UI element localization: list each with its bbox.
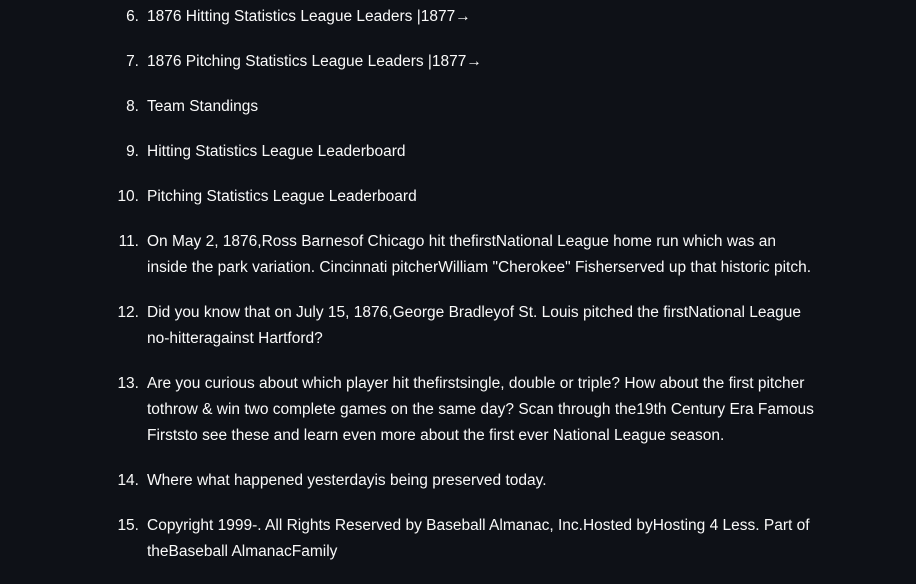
list-item-number: 8. (126, 98, 139, 115)
list-item-text[interactable]: Hitting Statistics League Leaderboard (147, 139, 820, 165)
numbered-list: 6. 1876 Hitting Statistics League Leader… (0, 4, 916, 584)
list-item-text[interactable]: Copyright 1999-. All Rights Reserved by … (147, 513, 820, 565)
list-item-number: 12. (117, 304, 139, 321)
list-item[interactable]: 9. Hitting Statistics League Leaderboard (0, 139, 916, 165)
list-item-text[interactable]: On May 2, 1876,Ross Barnesof Chicago hit… (147, 229, 820, 281)
list-item-number: 6. (126, 8, 139, 25)
list-item[interactable]: 11. On May 2, 1876,Ross Barnesof Chicago… (0, 229, 916, 281)
list-item-number: 11. (118, 233, 139, 250)
list-item-number: 14. (117, 472, 139, 489)
list-item-number: 13. (117, 375, 139, 392)
list-item[interactable]: 12. Did you know that on July 15, 1876,G… (0, 300, 916, 352)
list-item-text[interactable]: 1876 Pitching Statistics League Leaders … (147, 49, 820, 75)
list-item-number: 9. (126, 143, 139, 160)
list-item[interactable]: 13. Are you curious about which player h… (0, 371, 916, 449)
list-item-text[interactable]: 1876 Hitting Statistics League Leaders |… (147, 4, 820, 30)
list-item[interactable]: 15. Copyright 1999-. All Rights Reserved… (0, 513, 916, 565)
list-item-text[interactable]: Where what happened yesterdayis being pr… (147, 468, 820, 494)
list-item-number: 10. (117, 188, 139, 205)
list-item-number: 7. (126, 53, 139, 70)
list-item[interactable]: 10. Pitching Statistics League Leaderboa… (0, 184, 916, 210)
list-item-text[interactable]: Did you know that on July 15, 1876,Georg… (147, 300, 820, 352)
list-item-text[interactable]: Are you curious about which player hit t… (147, 371, 820, 449)
list-item-number: 15. (117, 517, 139, 534)
list-item[interactable]: 7. 1876 Pitching Statistics League Leade… (0, 49, 916, 75)
list-item[interactable]: 6. 1876 Hitting Statistics League Leader… (0, 4, 916, 30)
list-item-text[interactable]: Team Standings (147, 94, 820, 120)
list-item[interactable]: 14. Where what happened yesterdayis bein… (0, 468, 916, 494)
list-item-text[interactable]: Pitching Statistics League Leaderboard (147, 184, 820, 210)
list-item[interactable]: 8. Team Standings (0, 94, 916, 120)
